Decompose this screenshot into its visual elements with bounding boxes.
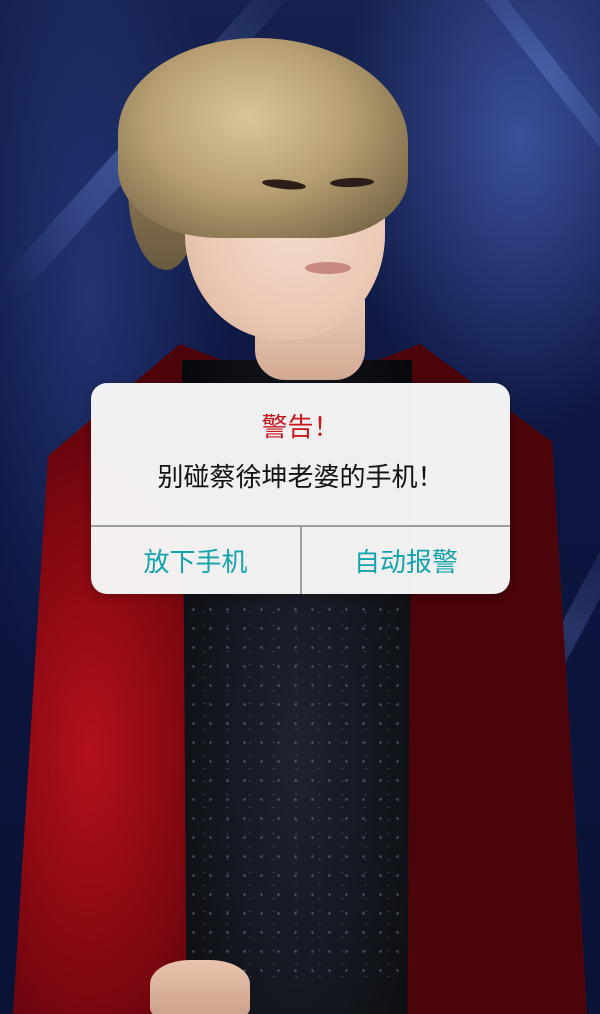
lips: [305, 262, 351, 274]
shirt-sparkles: [185, 600, 410, 980]
alert-title: 警告！: [261, 413, 340, 443]
lock-screen-wallpaper: 警告！ 别碰蔡徐坤老婆的手机！ 放下手机 自动报警: [0, 0, 600, 1014]
hand: [150, 960, 250, 1014]
put-down-phone-button[interactable]: 放下手机: [91, 527, 300, 594]
alert-message: 别碰蔡徐坤老婆的手机！: [157, 463, 444, 493]
hair: [118, 38, 408, 238]
auto-call-police-button[interactable]: 自动报警: [302, 527, 510, 594]
warning-alert-dialog: 警告！ 别碰蔡徐坤老婆的手机！ 放下手机 自动报警: [91, 383, 510, 594]
